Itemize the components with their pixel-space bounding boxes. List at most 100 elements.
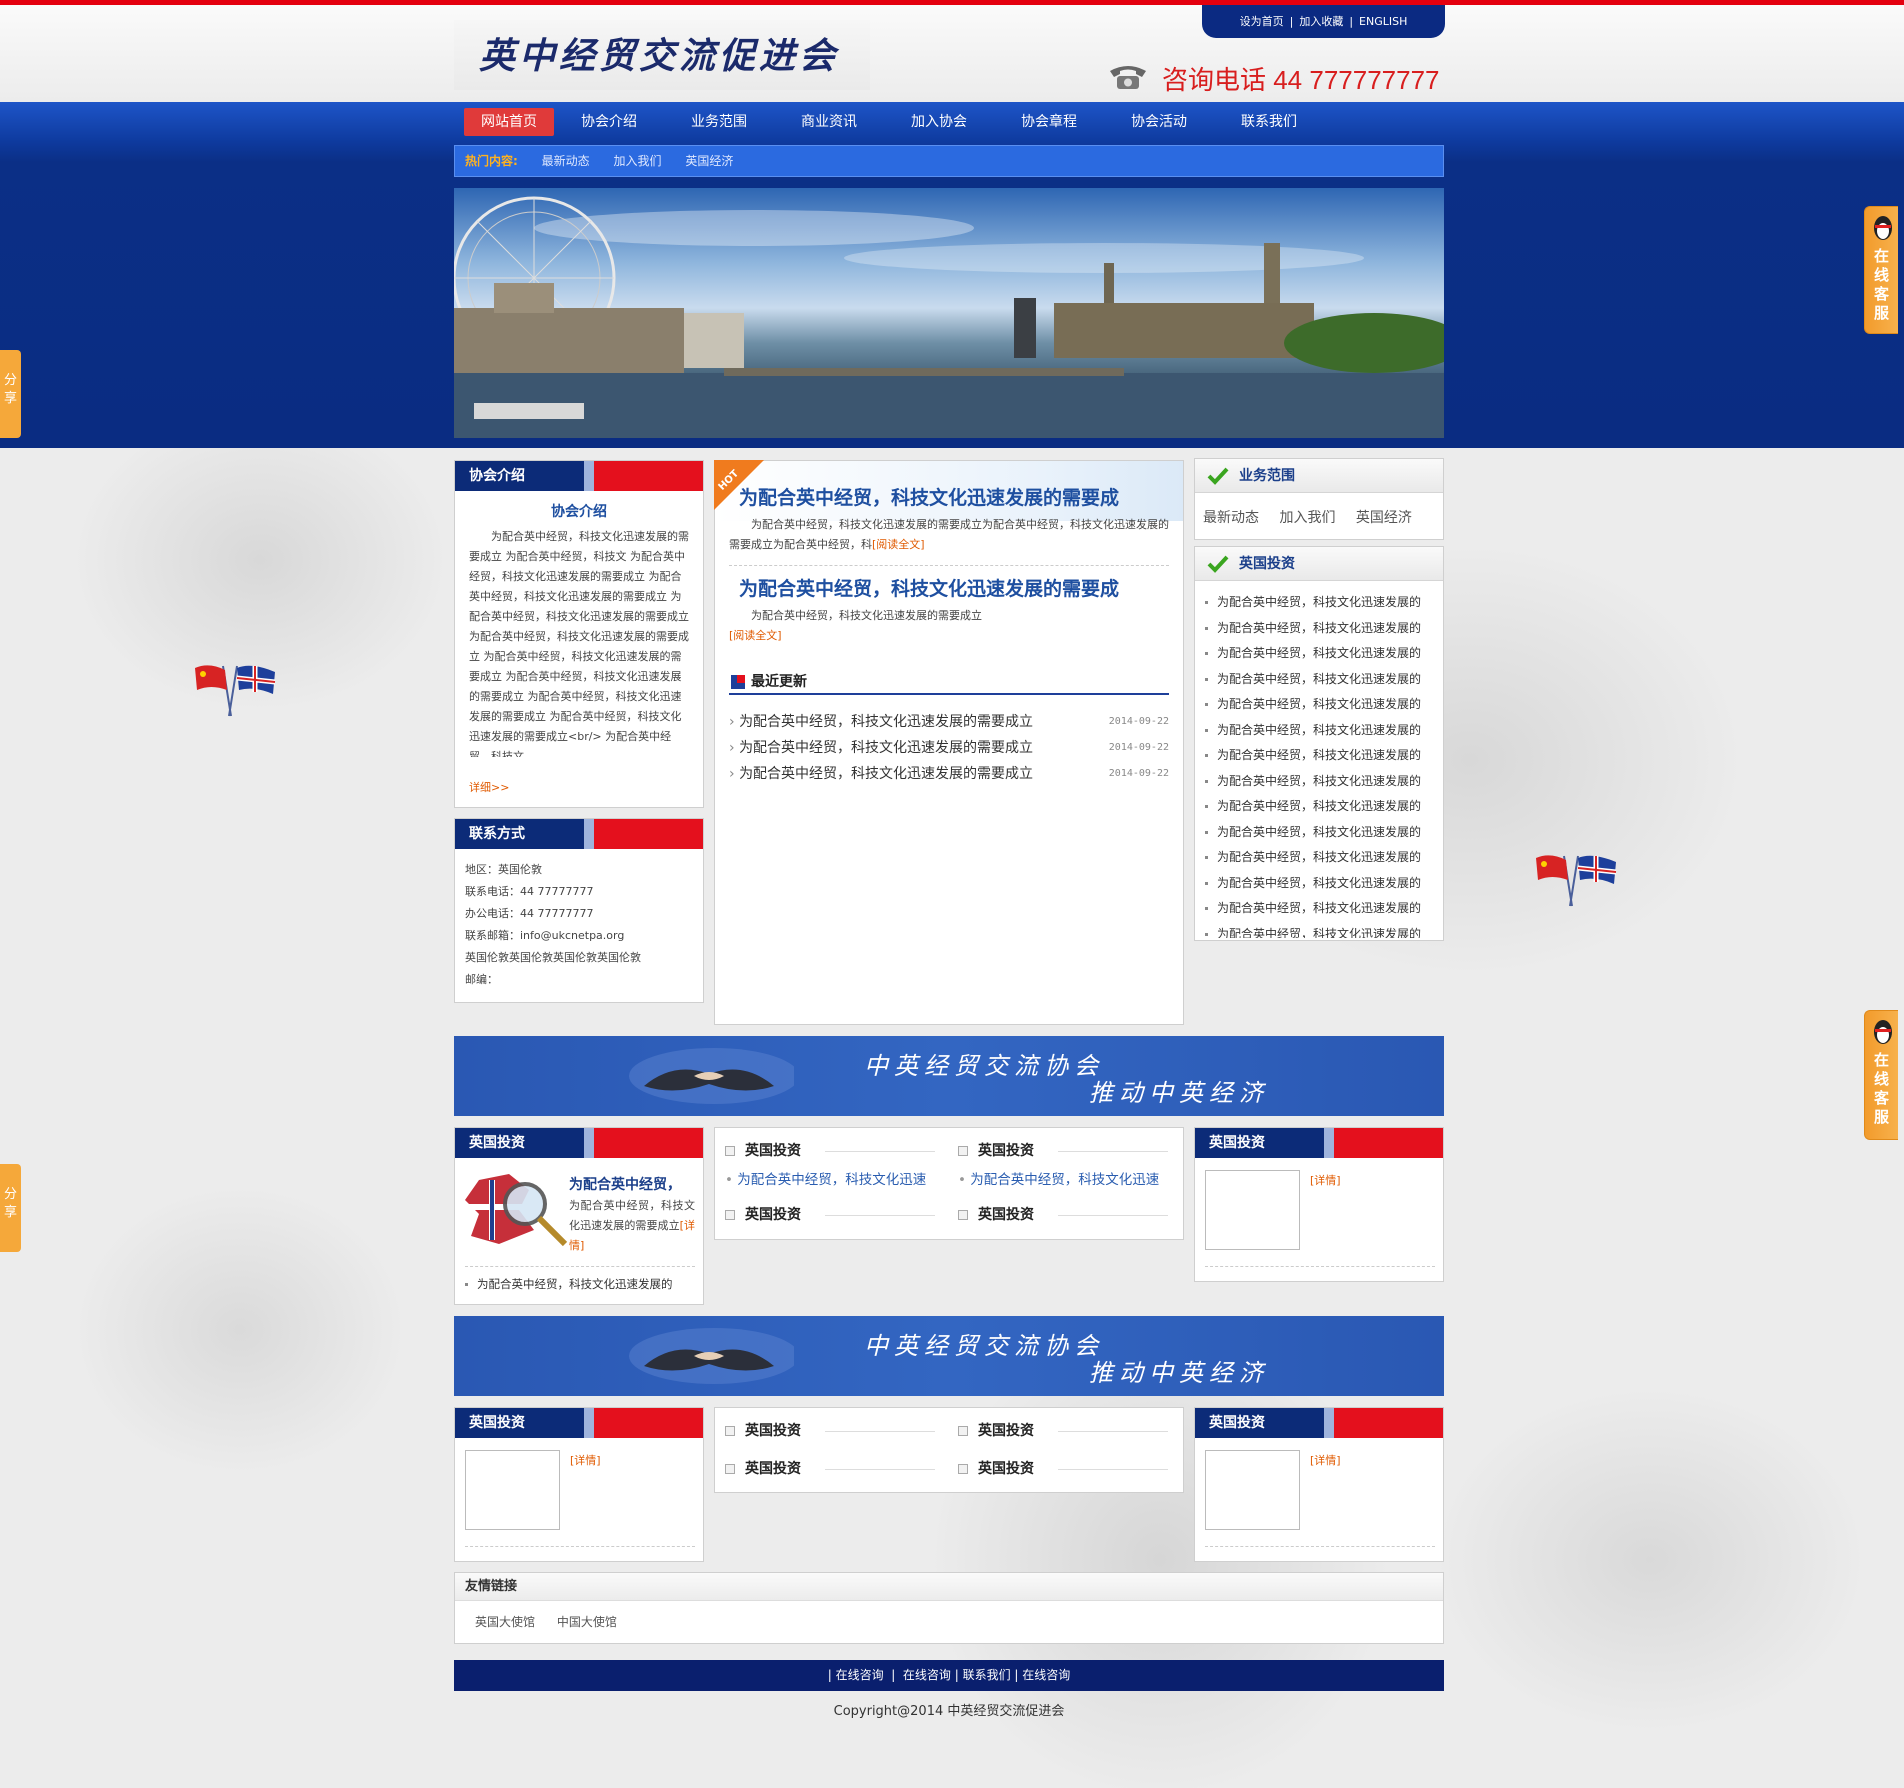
- invest-card-right-2: 英国投资 [详情]: [1194, 1407, 1444, 1562]
- nav-item-business[interactable]: 业务范围: [674, 108, 764, 136]
- invest-topic[interactable]: 英国投资: [958, 1420, 1034, 1440]
- nav-item-charter[interactable]: 协会章程: [1004, 108, 1094, 136]
- hot-link[interactable]: 最新动态: [542, 154, 590, 168]
- invest-topic[interactable]: 英国投资: [725, 1420, 801, 1440]
- set-homepage-link[interactable]: 设为首页: [1240, 15, 1284, 28]
- hot-link[interactable]: 加入我们: [613, 154, 661, 168]
- business-link[interactable]: 最新动态: [1203, 510, 1259, 526]
- footer-link[interactable]: 在线咨询: [836, 1668, 884, 1682]
- about-header-label: 协会介绍: [469, 468, 525, 484]
- list-item[interactable]: 为配合英中经贸，科技文化迅速发展的: [1195, 820, 1443, 846]
- featured-title[interactable]: 为配合英中经贸，科技文化迅速发展的需要成: [739, 574, 1119, 601]
- copyright: Copyright@2014 中英经贸交流促进会: [833, 1704, 1065, 1719]
- invest-title[interactable]: 为配合英中经贸，: [569, 1174, 681, 1194]
- phone-icon: [1110, 66, 1146, 89]
- update-date: 2014-09-22: [1108, 742, 1169, 753]
- consult-phone: 咨询电话 44 777777777: [1162, 65, 1440, 95]
- online-service-label: 在线客服: [1873, 247, 1889, 322]
- business-link[interactable]: 英国经济: [1356, 510, 1412, 526]
- invest-card-left-2: 英国投资 [详情]: [454, 1407, 704, 1562]
- english-link[interactable]: ENGLISH: [1359, 15, 1407, 28]
- list-item[interactable]: 为配合英中经贸，科技文化迅速发展的: [1195, 718, 1443, 744]
- list-item[interactable]: 为配合英中经贸，科技文化迅速发展的: [1195, 590, 1443, 616]
- contact-panel-header: 联系方式: [455, 819, 703, 849]
- invest-thumbnail[interactable]: [465, 1450, 560, 1530]
- london-banner-image: [454, 188, 1444, 438]
- friendly-links-header: 友情链接: [465, 1579, 518, 1594]
- share-tab[interactable]: 分享: [0, 1164, 21, 1252]
- contact-office-phone: 办公电话：44 77777777: [465, 907, 594, 920]
- nav-item-contact[interactable]: 联系我们: [1224, 108, 1314, 136]
- share-label: 分享: [3, 1187, 17, 1220]
- site-logo[interactable]: 英中经贸交流促进会: [454, 20, 870, 90]
- featured-summary: 为配合英中经贸，科技文化迅速发展的需要成立为配合英中经贸，科技文化迅速发展的需要…: [729, 518, 1169, 551]
- read-more-link[interactable]: [阅读全文]: [872, 538, 925, 551]
- invest-thumbnail[interactable]: [1205, 1170, 1300, 1250]
- read-more-link[interactable]: [阅读全文]: [729, 626, 782, 646]
- business-header: 业务范围: [1195, 459, 1443, 493]
- invest-link[interactable]: • 为配合英中经贸，科技文化迅速: [958, 1168, 1159, 1188]
- list-item[interactable]: 为配合英中经贸，科技文化迅速发展的: [1195, 743, 1443, 769]
- update-item[interactable]: › 为配合英中经贸，科技文化迅速发展的需要成立 2014-09-22: [729, 761, 1169, 787]
- footer-link[interactable]: 在线咨询: [903, 1668, 951, 1682]
- nav-item-home[interactable]: 网站首页: [464, 108, 554, 136]
- invest-header-label: 英国投资: [469, 1415, 525, 1431]
- list-item[interactable]: 为配合英中经贸，科技文化迅速发展的: [1195, 641, 1443, 667]
- about-panel: 协会介绍 协会介绍 为配合英中经贸，科技文化迅速发展的需要成立 为配合英中经贸，…: [454, 460, 704, 808]
- divider: [1058, 1215, 1168, 1216]
- invest-topic[interactable]: 英国投资: [725, 1204, 801, 1224]
- invest-header: 英国投资: [455, 1128, 703, 1158]
- invest-topic[interactable]: 英国投资: [725, 1140, 801, 1160]
- online-service-label: 在线客服: [1873, 1051, 1889, 1126]
- slogan-line-1: 中英经贸交流协会: [864, 1332, 1104, 1360]
- divider: [465, 1546, 695, 1547]
- update-title[interactable]: 为配合英中经贸，科技文化迅速发展的需要成立: [739, 740, 1033, 756]
- invest-summary: 为配合英中经贸，科技文化迅速发展的需要成立: [569, 1199, 695, 1232]
- list-item[interactable]: 为配合英中经贸，科技文化迅速发展的: [1195, 794, 1443, 820]
- business-link[interactable]: 加入我们: [1279, 510, 1335, 526]
- update-item[interactable]: › 为配合英中经贸，科技文化迅速发展的需要成立 2014-09-22: [729, 709, 1169, 735]
- list-item[interactable]: 为配合英中经贸，科技文化迅速发展的: [1195, 845, 1443, 871]
- contact-address: 英国伦敦英国伦敦英国伦敦英国伦敦: [465, 951, 641, 964]
- slogan-line-2: 推动中英经济: [1089, 1359, 1269, 1387]
- list-item[interactable]: 为配合英中经贸，科技文化迅速发展的: [455, 1272, 673, 1298]
- nav-item-news[interactable]: 商业资讯: [784, 108, 874, 136]
- list-item[interactable]: 为配合英中经贸，科技文化迅速发展的: [1195, 667, 1443, 693]
- add-favorite-link[interactable]: 加入收藏: [1299, 15, 1343, 28]
- update-title[interactable]: 为配合英中经贸，科技文化迅速发展的需要成立: [739, 766, 1033, 782]
- about-more-link[interactable]: 详细>>: [469, 779, 509, 795]
- list-item[interactable]: 为配合英中经贸，科技文化迅速发展的: [1195, 896, 1443, 922]
- invest-more-link[interactable]: [详情]: [570, 1452, 601, 1468]
- invest-more-link[interactable]: [详情]: [1310, 1172, 1341, 1188]
- list-item[interactable]: 为配合英中经贸，科技文化迅速发展的: [1195, 769, 1443, 795]
- invest-link[interactable]: • 为配合英中经贸，科技文化迅速: [725, 1168, 926, 1188]
- share-tab[interactable]: 分享: [0, 350, 21, 438]
- contact-panel: 联系方式 地区：英国伦敦 联系电话：44 77777777 办公电话：44 77…: [454, 818, 704, 1003]
- online-service-tab[interactable]: 在线客服: [1864, 1010, 1898, 1140]
- list-item[interactable]: 为配合英中经贸，科技文化迅速发展的: [1195, 922, 1443, 938]
- footer-link[interactable]: 在线咨询: [1022, 1668, 1070, 1682]
- list-item[interactable]: 为配合英中经贸，科技文化迅速发展的: [1195, 616, 1443, 642]
- hot-link[interactable]: 英国经济: [685, 154, 733, 168]
- list-item[interactable]: 为配合英中经贸，科技文化迅速发展的: [1195, 692, 1443, 718]
- invest-topic[interactable]: 英国投资: [958, 1204, 1034, 1224]
- invest-thumbnail[interactable]: [1205, 1450, 1300, 1530]
- nav-item-join[interactable]: 加入协会: [894, 108, 984, 136]
- invest-topic[interactable]: 英国投资: [725, 1458, 801, 1478]
- invest-more-link[interactable]: [详情]: [1310, 1452, 1341, 1468]
- online-service-tab[interactable]: 在线客服: [1864, 206, 1898, 334]
- update-title[interactable]: 为配合英中经贸，科技文化迅速发展的需要成立: [739, 714, 1033, 730]
- nav-item-activities[interactable]: 协会活动: [1114, 108, 1204, 136]
- friendly-link[interactable]: 英国大使馆: [475, 1615, 535, 1629]
- uk-invest-panel: 英国投资 为配合英中经贸，科技文化迅速发展的 为配合英中经贸，科技文化迅速发展的…: [1194, 546, 1444, 941]
- divider: [1058, 1151, 1168, 1152]
- invest-topic[interactable]: 英国投资: [958, 1458, 1034, 1478]
- header: [0, 5, 1904, 102]
- update-item[interactable]: › 为配合英中经贸，科技文化迅速发展的需要成立 2014-09-22: [729, 735, 1169, 761]
- list-item[interactable]: 为配合英中经贸，科技文化迅速发展的: [1195, 871, 1443, 897]
- invest-topic[interactable]: 英国投资: [958, 1140, 1034, 1160]
- friendly-link[interactable]: 中国大使馆: [557, 1615, 617, 1629]
- featured-title[interactable]: 为配合英中经贸，科技文化迅速发展的需要成: [739, 483, 1119, 510]
- nav-item-about[interactable]: 协会介绍: [564, 108, 654, 136]
- footer-link[interactable]: 联系我们: [963, 1668, 1011, 1682]
